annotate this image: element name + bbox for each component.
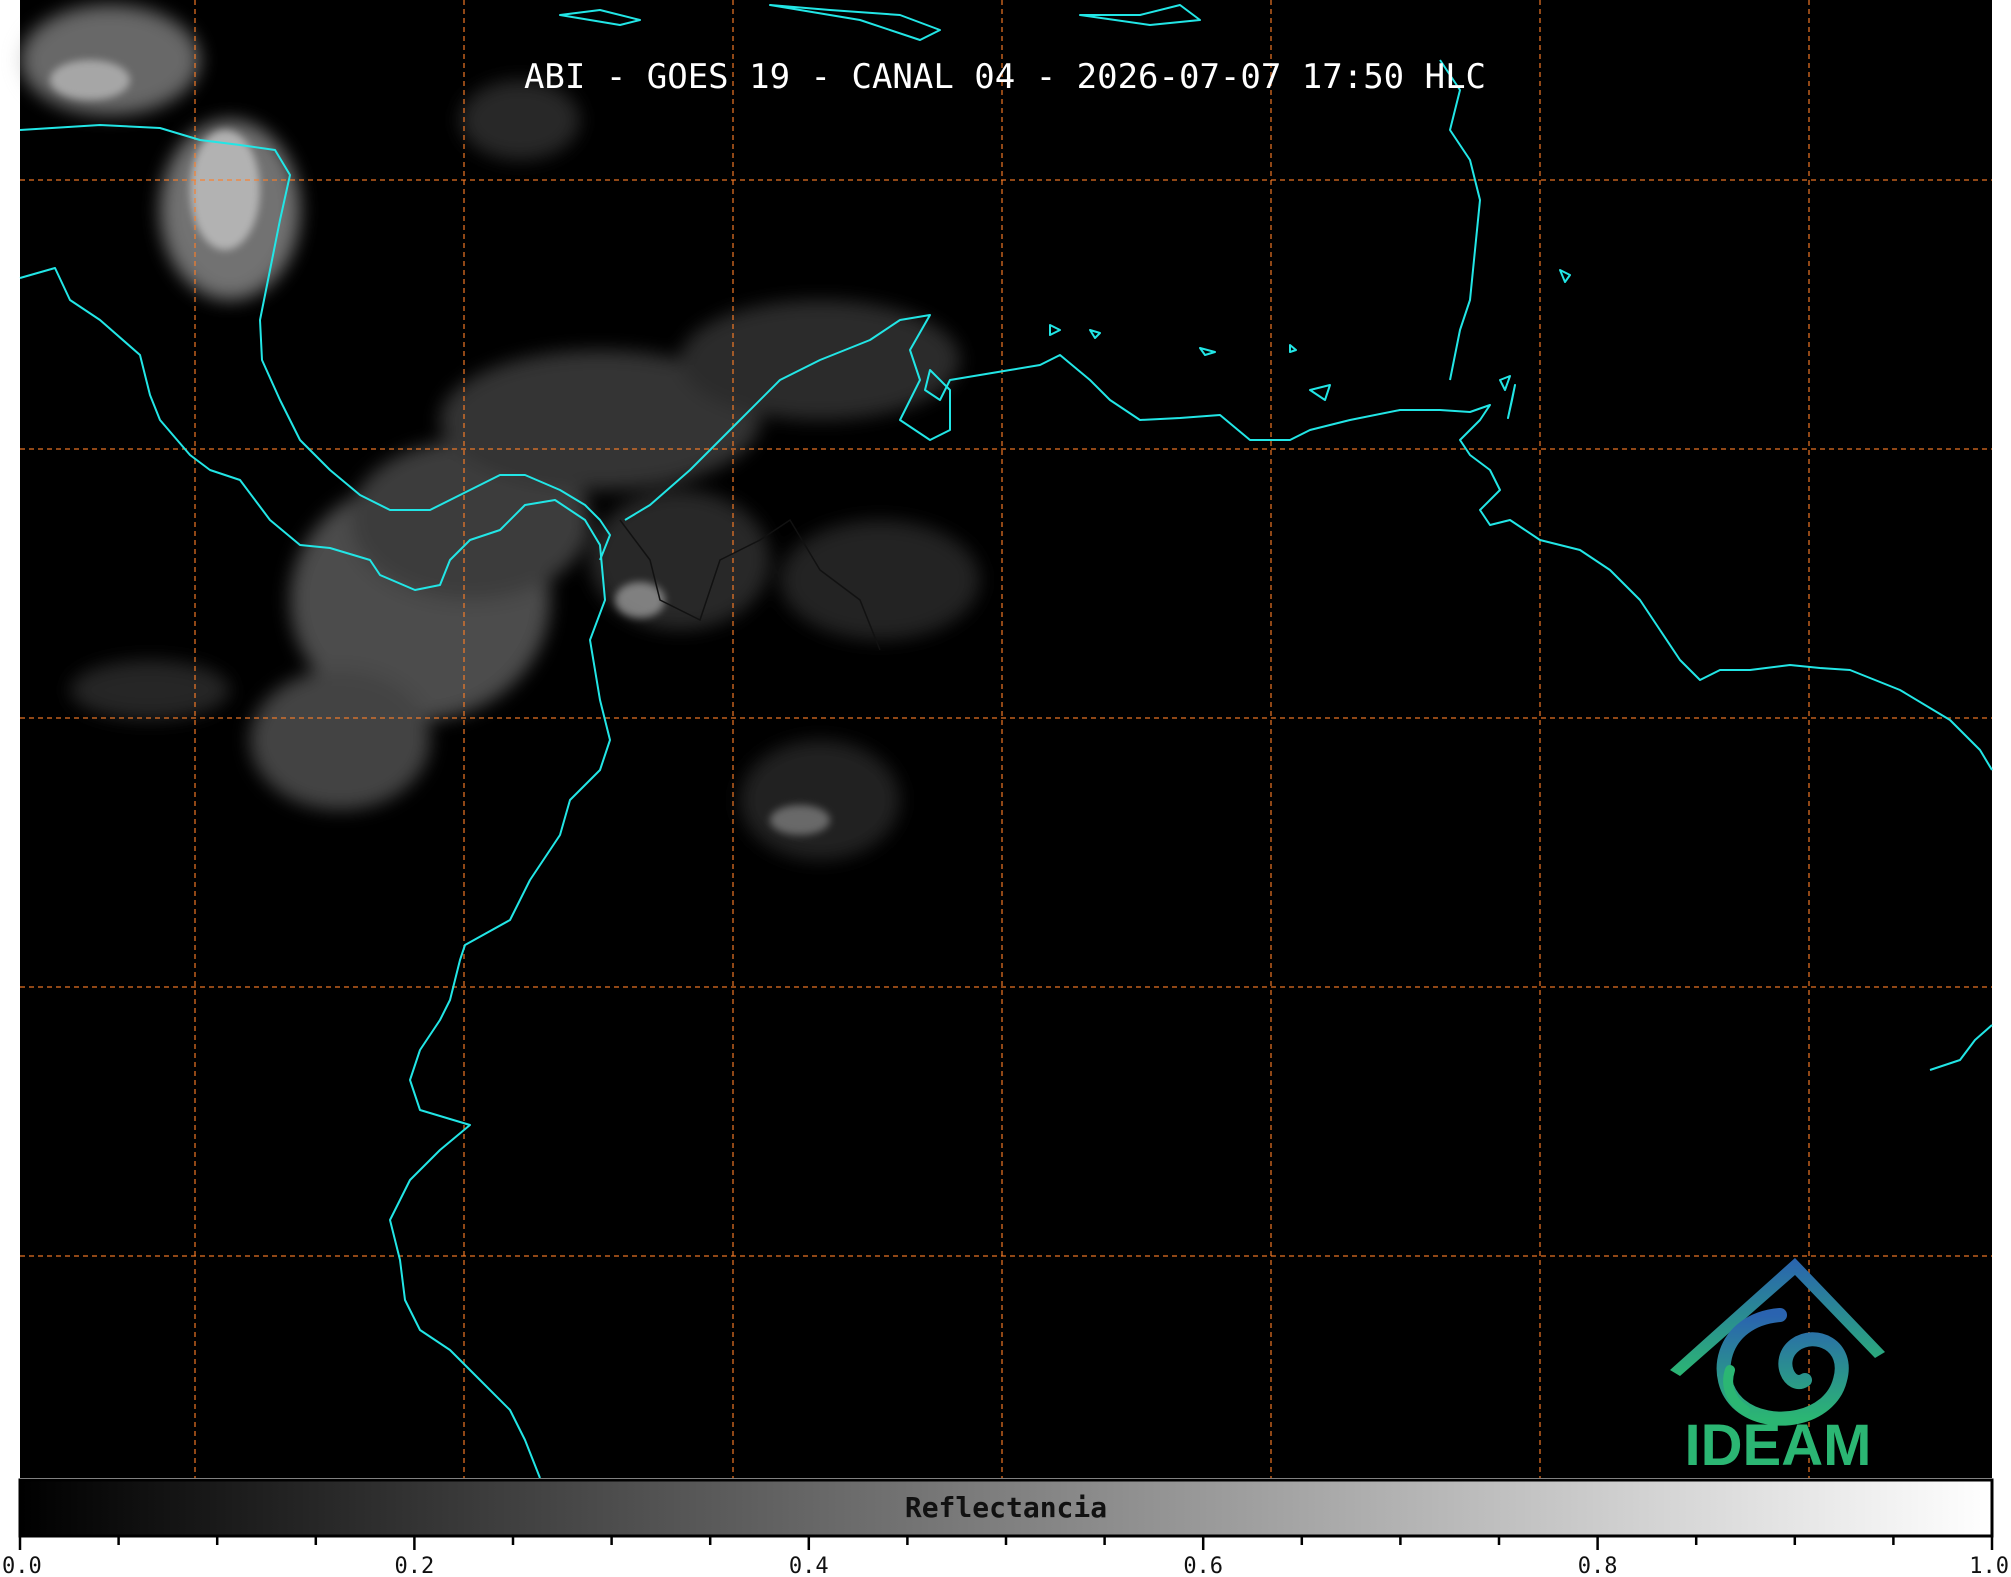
colorbar-label: Reflectancia — [905, 1491, 1107, 1524]
colorbar: Reflectancia 0.0 0.2 0.4 0.6 0.8 1.0 — [2, 1478, 2009, 1577]
colorbar-tick-label: 0.0 — [2, 1554, 42, 1577]
ideam-logo-text: IDEAM — [1685, 1413, 1872, 1478]
colorbar-tick-labels: 0.0 0.2 0.4 0.6 0.8 1.0 — [2, 1554, 2009, 1577]
colorbar-tick-label: 0.6 — [1183, 1554, 1223, 1577]
colorbar-tick-label: 0.8 — [1578, 1554, 1618, 1577]
colorbar-tick-label: 1.0 — [1969, 1554, 2009, 1577]
satellite-figure: ABI - GOES 19 - CANAL 04 - 2026-07-07 17… — [2, 0, 2009, 1577]
colorbar-ticks — [18, 1536, 1994, 1550]
colorbar-tick-label: 0.2 — [395, 1554, 435, 1577]
map-panel — [19, 0, 1993, 1479]
figure-title: ABI - GOES 19 - CANAL 04 - 2026-07-07 17… — [524, 57, 1486, 97]
colorbar-tick-label: 0.4 — [789, 1554, 829, 1577]
